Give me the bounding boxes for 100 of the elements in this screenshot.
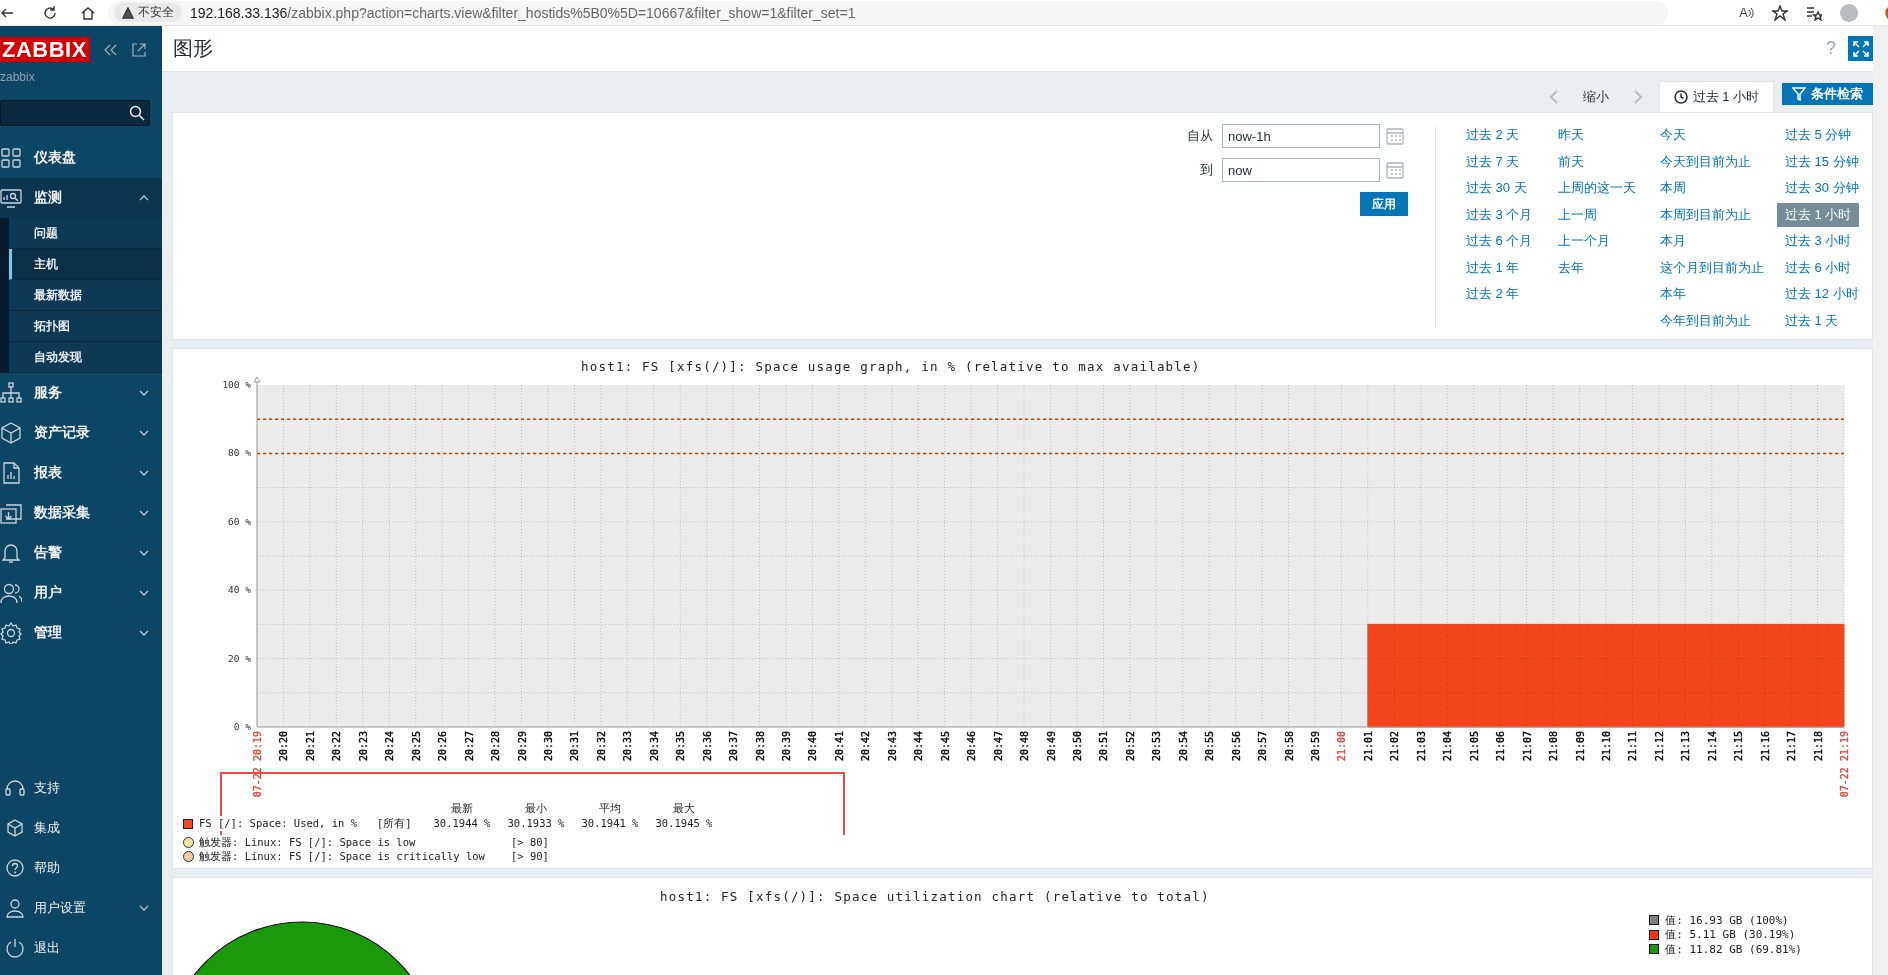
axis-label: 21:11 <box>1627 731 1638 762</box>
time-range-link[interactable]: 上周的这一天 <box>1558 179 1636 198</box>
bell-icon <box>0 542 22 564</box>
menu-item[interactable]: 数据采集 <box>0 493 162 533</box>
users-icon <box>0 582 22 604</box>
time-range-link[interactable]: 过去 5 分钟 <box>1785 126 1852 145</box>
fullscreen-button[interactable] <box>1848 36 1873 61</box>
star-icon[interactable] <box>1772 4 1788 21</box>
logo[interactable]: ZABBIX <box>0 37 90 62</box>
url-host: 192.168.33.136 <box>190 4 288 21</box>
menu-item[interactable]: 用户 <box>0 573 162 613</box>
axis-label: 21:18 <box>1813 731 1824 762</box>
time-range-link[interactable]: 过去 2 天 <box>1466 126 1520 145</box>
time-range-link[interactable]: 过去 1 小时 <box>1777 202 1860 227</box>
submenu-item[interactable]: 问题 <box>9 218 162 249</box>
time-range-link[interactable]: 去年 <box>1558 258 1584 277</box>
time-range-link[interactable]: 今天 <box>1660 126 1686 145</box>
time-range-link[interactable]: 今年到目前为止 <box>1660 311 1751 330</box>
axis-label: 20:24 <box>384 731 395 762</box>
time-range-link[interactable]: 过去 15 分钟 <box>1785 152 1859 171</box>
axis-label: 20:23 <box>358 731 369 762</box>
axis-label: 21:05 <box>1469 731 1480 762</box>
menu-item[interactable]: 报表 <box>0 453 162 493</box>
zoom-out-button[interactable]: 缩小 <box>1568 87 1623 106</box>
time-range-link[interactable]: 过去 30 天 <box>1466 179 1527 198</box>
home-icon[interactable] <box>80 4 96 21</box>
collapse-icon[interactable] <box>104 43 118 56</box>
menu-item[interactable]: 服务 <box>0 373 162 413</box>
search-field[interactable] <box>0 100 150 126</box>
submenu-item[interactable]: 自动发现 <box>9 342 162 373</box>
axis-label: 21:01 <box>1363 731 1374 762</box>
time-range-link[interactable]: 本周 <box>1660 179 1686 198</box>
chart-title: host1: FS [xfs(/)]: Space usage graph, in % (relative to max available) <box>581 359 1201 374</box>
clock-icon <box>1673 90 1688 104</box>
time-range-link[interactable]: 过去 1 年 <box>1466 258 1520 277</box>
time-range-link[interactable]: 本月 <box>1660 232 1686 251</box>
submenu-item[interactable]: 主机 <box>9 249 162 280</box>
axis-label: 0 % <box>233 721 251 732</box>
menu-item-label[interactable]: 支持 <box>34 779 162 797</box>
headset-icon <box>4 777 26 799</box>
date-input[interactable]: now-1h <box>1222 124 1380 148</box>
submenu-item[interactable]: 最新数据 <box>9 280 162 311</box>
time-range-link[interactable]: 过去 7 天 <box>1466 152 1520 171</box>
time-range-link[interactable]: 过去 12 小时 <box>1785 285 1859 304</box>
menu-item[interactable]: 告警 <box>0 533 162 573</box>
time-range-link[interactable]: 这个月到目前为止 <box>1660 258 1764 277</box>
legend-label: 值: 5.11 GB (30.19%) <box>1665 927 1796 943</box>
axis-label: 20:28 <box>490 731 501 762</box>
menu-item-label[interactable]: 仪表盘 <box>34 149 162 167</box>
axis-label: 20:58 <box>1284 731 1295 762</box>
time-range-link[interactable]: 过去 6 小时 <box>1785 258 1852 277</box>
menu-item-label[interactable]: 集成 <box>34 819 162 837</box>
date-input[interactable]: now <box>1222 158 1380 182</box>
menu-item[interactable]: 管理 <box>0 613 162 653</box>
refresh-icon[interactable] <box>42 4 58 21</box>
read-aloud-button[interactable]: A <box>1739 5 1754 20</box>
legend-label: 值: 16.93 GB (100%) <box>1665 912 1789 928</box>
filter-button[interactable]: 条件检索 <box>1782 82 1873 105</box>
address-bar[interactable]: 不安全 192.168.33.136/zabbix.php?action=charts.view&filter_hostids%5B0%5D=10667&filter_show=1&filter_set=1 <box>108 0 1668 25</box>
security-badge[interactable]: 不安全 <box>114 3 182 22</box>
cube-icon <box>4 817 26 839</box>
axis-label: 21:13 <box>1680 731 1691 762</box>
legend-label: 值: 11.82 GB (69.81%) <box>1665 941 1802 957</box>
axis-label: 21:16 <box>1760 731 1771 762</box>
favorites-icon[interactable] <box>1806 4 1822 21</box>
kiosk-icon[interactable] <box>132 42 146 57</box>
time-tab[interactable]: 过去 1 小时 <box>1658 81 1774 112</box>
menu-item-label[interactable]: 帮助 <box>34 859 162 877</box>
field-label: 到 <box>1200 161 1213 179</box>
time-range-link[interactable]: 本年 <box>1660 285 1686 304</box>
apply-button[interactable]: 应用 <box>1360 192 1408 216</box>
time-range-link[interactable]: 上一个月 <box>1558 232 1610 251</box>
time-range-link[interactable]: 过去 2 年 <box>1466 285 1520 304</box>
time-range-link[interactable]: 前天 <box>1558 152 1584 171</box>
time-range-link[interactable]: 过去 6 个月 <box>1466 232 1533 251</box>
axis-label: 20:40 <box>807 731 818 762</box>
menu-item-label[interactable]: 退出 <box>34 939 162 957</box>
menu-item[interactable]: 资产记录 <box>0 413 162 453</box>
time-range-link[interactable]: 过去 30 分钟 <box>1785 179 1859 198</box>
axis-label: 21:02 <box>1389 731 1400 762</box>
time-range-link[interactable]: 过去 3 个月 <box>1466 205 1533 224</box>
field-label: 自从 <box>1187 127 1213 145</box>
monitor-icon <box>0 187 22 209</box>
menu-item[interactable]: 监测 <box>0 178 162 218</box>
axis-label: 20:30 <box>543 731 554 762</box>
menu-item[interactable]: 用户设置 <box>0 888 162 928</box>
scrollbar[interactable] <box>1873 26 1888 975</box>
submenu-item[interactable]: 拓扑图 <box>9 311 162 342</box>
time-range-link[interactable]: 本周到目前为止 <box>1660 205 1751 224</box>
time-range-link[interactable]: 昨天 <box>1558 126 1584 145</box>
axis-label: 21:17 <box>1786 731 1797 762</box>
warning-icon <box>122 6 134 19</box>
sound-waves-icon <box>1748 7 1754 18</box>
axis-label: 20:39 <box>781 731 792 762</box>
time-range-link[interactable]: 今天到目前为止 <box>1660 152 1751 171</box>
time-range-link[interactable]: 上一周 <box>1558 205 1597 224</box>
hierarchy-icon <box>0 382 22 404</box>
axis-label: 80 % <box>228 447 251 459</box>
time-range-link[interactable]: 过去 1 天 <box>1785 311 1839 330</box>
time-range-link[interactable]: 过去 3 小时 <box>1785 232 1852 251</box>
